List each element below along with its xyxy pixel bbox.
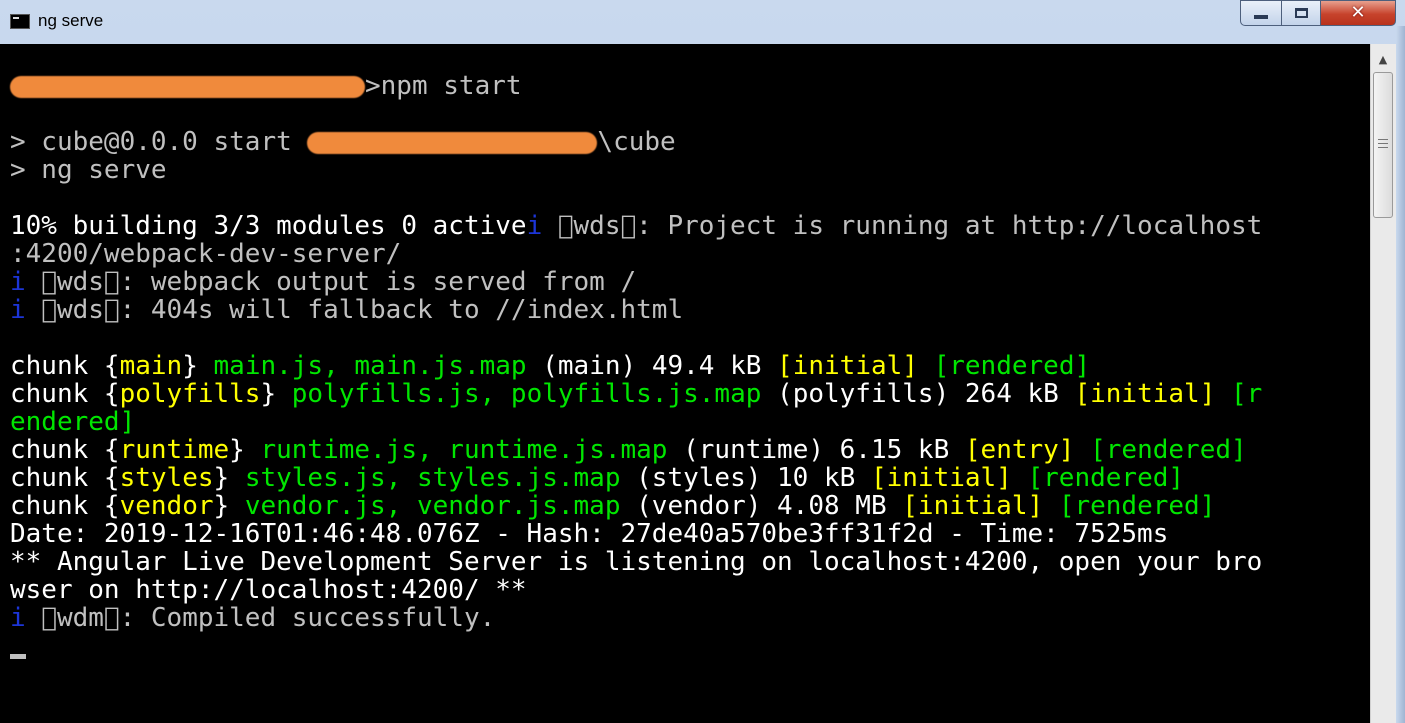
chevron-up-icon: ▲ [1378, 52, 1388, 66]
console-line-project-url: :4200/webpack-dev-server/ [10, 239, 402, 269]
redacted-path [10, 75, 365, 98]
maximize-button[interactable] [1281, 0, 1321, 26]
console-output[interactable]: >npm start > cube@0.0.0 start \cube > ng… [0, 44, 1370, 723]
console-line-date: Date: 2019-12-16T01:46:48.076Z - Hash: 2… [10, 519, 1169, 549]
console-line-compiled: i  wdm : Compiled successfully. [10, 603, 496, 633]
text-cursor [10, 654, 26, 659]
scrollbar-thumb[interactable] [1373, 72, 1393, 218]
console-line-server-wrap: wser on http://localhost:4200/ ** [10, 575, 527, 605]
console-line-building: 10% building 3/3 modules 0 activei  wds … [10, 211, 1263, 241]
close-button[interactable]: ✕ [1320, 0, 1396, 26]
grip-line [1378, 147, 1388, 148]
chunk-line-vendor: chunk {vendor} vendor.js, vendor.js.map … [10, 491, 1216, 521]
console-line-fallback: i  wds : 404s will fallback to //index.h… [10, 295, 684, 325]
chunk-line-polyfills: chunk {polyfills} polyfills.js, polyfill… [10, 379, 1263, 409]
info-icon: i [10, 267, 26, 297]
title-bar[interactable]: ng serve ✕ [0, 0, 1405, 44]
console-app-icon[interactable] [10, 14, 30, 29]
grip-line [1378, 139, 1388, 140]
window-frame-right [1396, 26, 1405, 723]
close-icon: ✕ [1350, 2, 1366, 23]
minimize-icon [1254, 15, 1268, 19]
redacted-path [307, 131, 598, 154]
console-window: ng serve ✕ >npm start > cube@0.0.0 start… [0, 0, 1405, 723]
scroll-up-button[interactable]: ▲ [1373, 48, 1393, 70]
maximize-icon [1294, 8, 1308, 18]
chunk-line-main: chunk {main} main.js, main.js.map (main)… [10, 351, 1091, 381]
info-icon: i [10, 603, 26, 633]
console-line-ng-serve: > ng serve [10, 155, 167, 185]
chunk-line-polyfills-wrap: endered] [10, 407, 136, 437]
console-line-webpack-output: i  wds : webpack output is served from / [10, 267, 637, 297]
chunk-line-runtime: chunk {runtime} runtime.js, runtime.js.m… [10, 435, 1247, 465]
console-line-server: ** Angular Live Development Server is li… [10, 547, 1263, 577]
console-line-start: > cube@0.0.0 start \cube [10, 127, 676, 157]
info-icon: i [526, 211, 543, 241]
console-line-prompt: >npm start [10, 72, 522, 100]
chunk-line-styles: chunk {styles} styles.js, styles.js.map … [10, 463, 1185, 493]
info-icon: i [10, 295, 26, 325]
window-title: ng serve [38, 11, 104, 30]
grip-line [1378, 143, 1388, 144]
minimize-button[interactable] [1240, 0, 1282, 26]
